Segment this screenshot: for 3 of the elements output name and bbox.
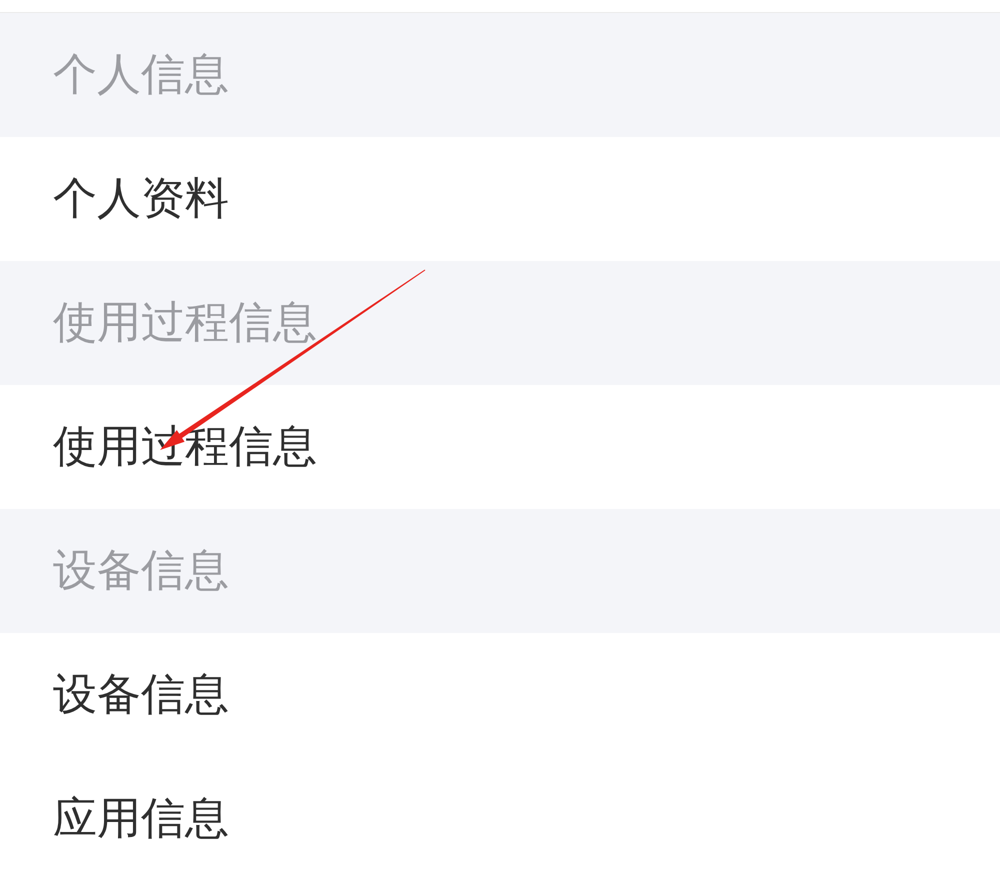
section-title: 设备信息 xyxy=(53,549,229,593)
section-title: 个人信息 xyxy=(53,53,229,97)
section-title: 使用过程信息 xyxy=(53,301,317,345)
